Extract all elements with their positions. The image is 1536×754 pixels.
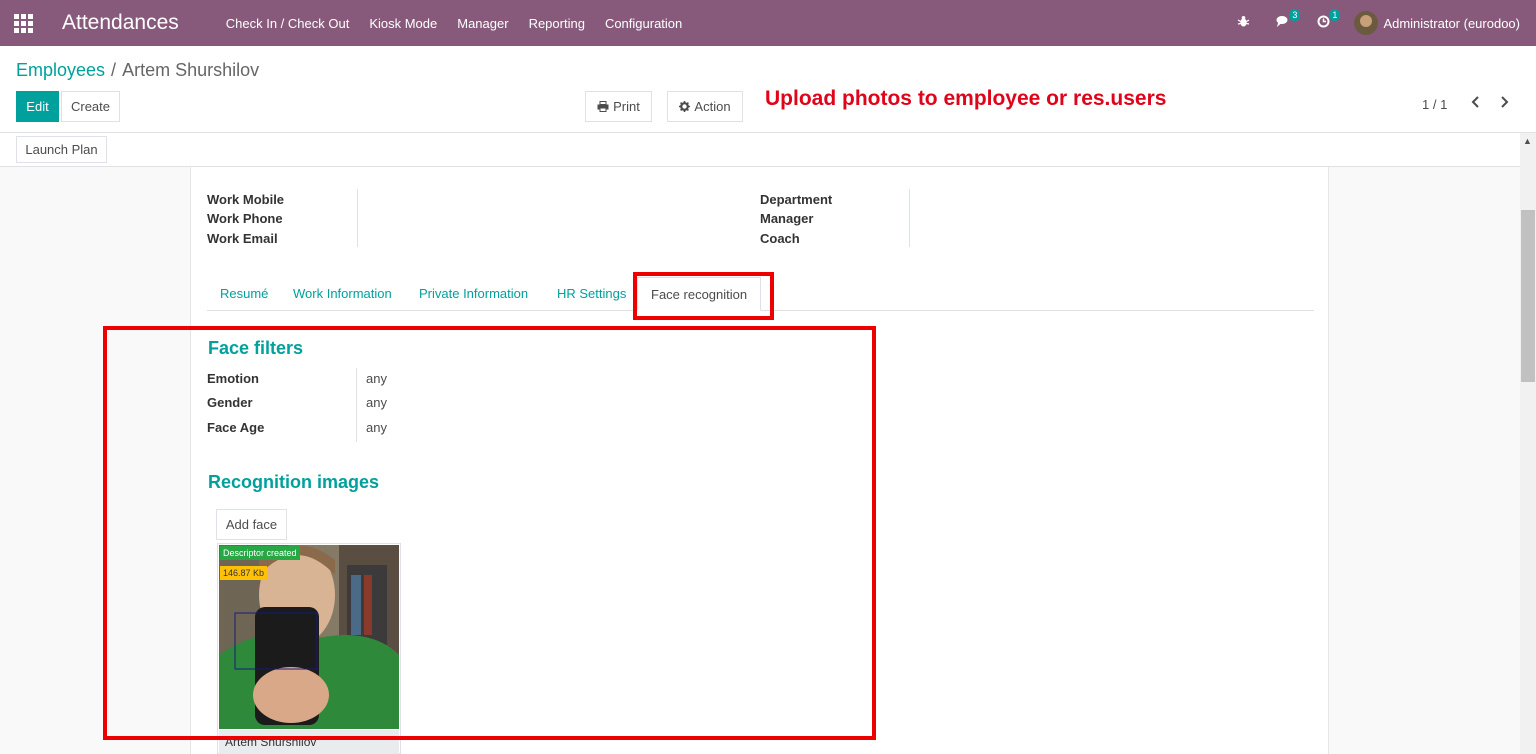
action-button[interactable]: Action [667, 91, 743, 122]
section-highlight-box [103, 326, 876, 740]
breadcrumb-current: Artem Shurshilov [122, 60, 260, 80]
form-statusbar: Launch Plan [0, 133, 1520, 167]
tab-work-information[interactable]: Work Information [280, 277, 405, 311]
menu-manager[interactable]: Manager [457, 16, 508, 31]
messages-count-badge: 3 [1289, 9, 1301, 21]
menu-check-in-out[interactable]: Check In / Check Out [226, 16, 350, 31]
menu-configuration[interactable]: Configuration [605, 16, 682, 31]
scrollbar-thumb[interactable] [1521, 210, 1535, 382]
print-button[interactable]: Print [585, 91, 652, 122]
pager-next-icon[interactable] [1499, 95, 1509, 113]
tab-private-information[interactable]: Private Information [406, 277, 541, 311]
edit-button[interactable]: Edit [16, 91, 59, 122]
pager-value[interactable]: 1 / 1 [1422, 97, 1447, 112]
tab-resume[interactable]: Resumé [207, 277, 281, 311]
activities-count-badge: 1 [1329, 9, 1341, 21]
launch-plan-button[interactable]: Launch Plan [16, 136, 107, 163]
field-separator [357, 189, 358, 247]
debug-bug-icon[interactable] [1234, 15, 1252, 31]
field-label-work-mobile: Work Mobile [207, 192, 285, 207]
apps-menu-icon[interactable] [0, 0, 46, 46]
activities-clock-icon[interactable]: 1 [1314, 9, 1341, 31]
top-navbar: Attendances Check In / Check Out Kiosk M… [0, 0, 1536, 46]
tab-hr-settings[interactable]: HR Settings [544, 277, 639, 311]
field-label-department: Department [760, 192, 833, 207]
tab-highlight-box [633, 272, 774, 320]
field-label-manager: Manager [760, 211, 814, 226]
breadcrumb: Employees / Artem Shurshilov [16, 60, 259, 81]
create-button[interactable]: Create [61, 91, 120, 122]
field-label-work-phone: Work Phone [207, 211, 283, 226]
user-avatar[interactable] [1354, 11, 1379, 35]
control-panel: Employees / Artem Shurshilov Edit Create P… [0, 46, 1536, 133]
print-icon [597, 101, 609, 112]
user-menu[interactable]: Administrator (eurodoo) [1383, 16, 1520, 31]
breadcrumb-separator: / [111, 60, 117, 80]
menu-reporting[interactable]: Reporting [529, 16, 585, 31]
field-label-coach: Coach [760, 231, 800, 246]
pager-previous-icon[interactable] [1471, 95, 1481, 113]
field-label-work-email: Work Email [207, 231, 278, 246]
field-separator [909, 189, 910, 247]
action-label: Action [694, 99, 731, 114]
menu-kiosk-mode[interactable]: Kiosk Mode [369, 16, 437, 31]
breadcrumb-employees-link[interactable]: Employees [16, 60, 105, 80]
app-title[interactable]: Attendances [62, 11, 179, 35]
gear-icon [679, 101, 691, 112]
print-label: Print [613, 99, 640, 114]
scroll-up-arrow-icon[interactable]: ▲ [1523, 136, 1532, 146]
messages-icon[interactable]: 3 [1274, 9, 1301, 31]
annotation-text: Upload photos to employee or res.users [765, 87, 1167, 110]
